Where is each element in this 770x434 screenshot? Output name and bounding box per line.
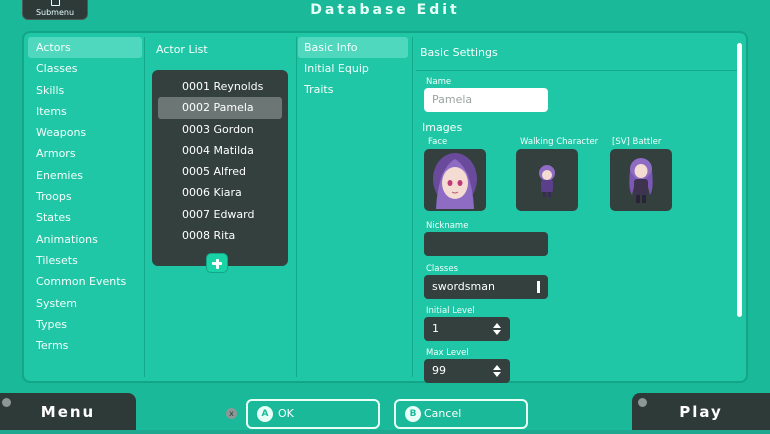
walking-character-label: Walking Character [520, 137, 599, 147]
cancel-label: Cancel [424, 407, 462, 420]
minus-icon [2, 398, 11, 407]
face-image[interactable] [424, 149, 486, 211]
actor-item[interactable]: 0003 Gordon [158, 119, 282, 140]
ok-button[interactable]: A OK [246, 399, 380, 429]
tab-basic-info[interactable]: Basic Info [298, 37, 408, 58]
add-actor-button[interactable] [206, 253, 228, 273]
page-title: Database Edit [310, 2, 460, 18]
plus-icon [215, 258, 219, 269]
classes-label: Classes [426, 264, 459, 274]
tab-traits[interactable]: Traits [298, 79, 408, 100]
actor-item[interactable]: 0001 Reynolds [158, 76, 282, 97]
x-button-icon: x [226, 408, 237, 419]
category-common-events[interactable]: Common Events [28, 271, 142, 292]
category-enemies[interactable]: Enemies [28, 165, 142, 186]
nickname-label: Nickname [426, 221, 469, 231]
actor-list-title: Actor List [156, 43, 208, 56]
spin-up-icon[interactable] [493, 323, 501, 328]
initial-level-label: Initial Level [426, 306, 475, 316]
sv-battler-label: [SV] Battler [612, 137, 662, 147]
basic-settings-title: Basic Settings [416, 37, 738, 71]
actor-item[interactable]: 0002 Pamela [158, 97, 282, 119]
divider [412, 37, 413, 377]
category-items[interactable]: Items [28, 101, 142, 122]
category-types[interactable]: Types [28, 314, 142, 335]
initial-level-stepper[interactable]: 1 [424, 317, 510, 341]
actor-item[interactable]: 0004 Matilda [158, 140, 282, 161]
plus-icon [638, 398, 647, 407]
sv-battler-image[interactable] [610, 149, 672, 211]
actor-item[interactable]: 0006 Kiara [158, 182, 282, 203]
category-armors[interactable]: Armors [28, 143, 142, 164]
max-level-label: Max Level [426, 348, 469, 358]
category-animations[interactable]: Animations [28, 229, 142, 250]
face-portrait-icon [433, 153, 477, 209]
category-classes[interactable]: Classes [28, 58, 142, 79]
bottom-bar: Menu x A OK B Cancel Play [0, 392, 770, 434]
walking-sprite-icon [539, 165, 555, 197]
actor-item[interactable]: 0005 Alfred [158, 161, 282, 182]
play-button[interactable]: Play [632, 393, 770, 431]
spin-down-icon[interactable] [493, 330, 501, 335]
ok-label: OK [278, 407, 294, 420]
face-label: Face [428, 137, 448, 147]
name-field[interactable]: Pamela [424, 88, 548, 112]
menu-button[interactable]: Menu [0, 393, 136, 431]
walking-character-image[interactable] [516, 149, 578, 211]
max-level-stepper[interactable]: 99 [424, 359, 510, 383]
category-system[interactable]: System [28, 293, 142, 314]
spin-down-icon[interactable] [493, 372, 501, 377]
max-level-value: 99 [432, 364, 446, 377]
category-states[interactable]: States [28, 207, 142, 228]
menu-label: Menu [40, 403, 96, 421]
dropdown-caret-icon [537, 281, 540, 293]
detail-tabs: Basic Info Initial Equip Traits [298, 37, 408, 377]
b-key-icon: B [405, 406, 421, 422]
name-label: Name [426, 77, 452, 87]
scrollbar[interactable] [737, 43, 742, 317]
top-bar: Submenu Database Edit [0, 0, 770, 28]
category-actors[interactable]: Actors [28, 37, 142, 59]
actor-list: 0001 Reynolds 0002 Pamela 0003 Gordon 00… [152, 70, 288, 266]
divider [144, 37, 145, 377]
images-title: Images [422, 121, 463, 134]
classes-dropdown[interactable]: swordsman [424, 275, 548, 299]
a-key-icon: A [257, 406, 273, 422]
ticker-strip [0, 430, 770, 434]
category-tilesets[interactable]: Tilesets [28, 250, 142, 271]
play-label: Play [679, 403, 723, 421]
category-skills[interactable]: Skills [28, 80, 142, 101]
initial-level-value: 1 [432, 322, 439, 335]
classes-value: swordsman [432, 280, 495, 293]
basic-settings-panel: Basic Settings Name Pamela Images Face W… [416, 37, 746, 383]
actor-list-column: Actor List 0001 Reynolds 0002 Pamela 000… [148, 37, 292, 377]
cancel-button[interactable]: B Cancel [394, 399, 528, 429]
category-terms[interactable]: Terms [28, 335, 142, 356]
nickname-field[interactable] [424, 232, 548, 256]
category-troops[interactable]: Troops [28, 186, 142, 207]
battler-sprite-icon [629, 158, 653, 203]
database-panel: Actors Classes Skills Items Weapons Armo… [22, 31, 748, 383]
actor-item[interactable]: 0008 Rita [158, 225, 282, 246]
divider [296, 37, 297, 377]
spin-up-icon[interactable] [493, 365, 501, 370]
category-weapons[interactable]: Weapons [28, 122, 142, 143]
actor-item[interactable]: 0007 Edward [158, 204, 282, 225]
tab-initial-equip[interactable]: Initial Equip [298, 58, 408, 79]
category-list: Actors Classes Skills Items Weapons Armo… [28, 37, 142, 377]
